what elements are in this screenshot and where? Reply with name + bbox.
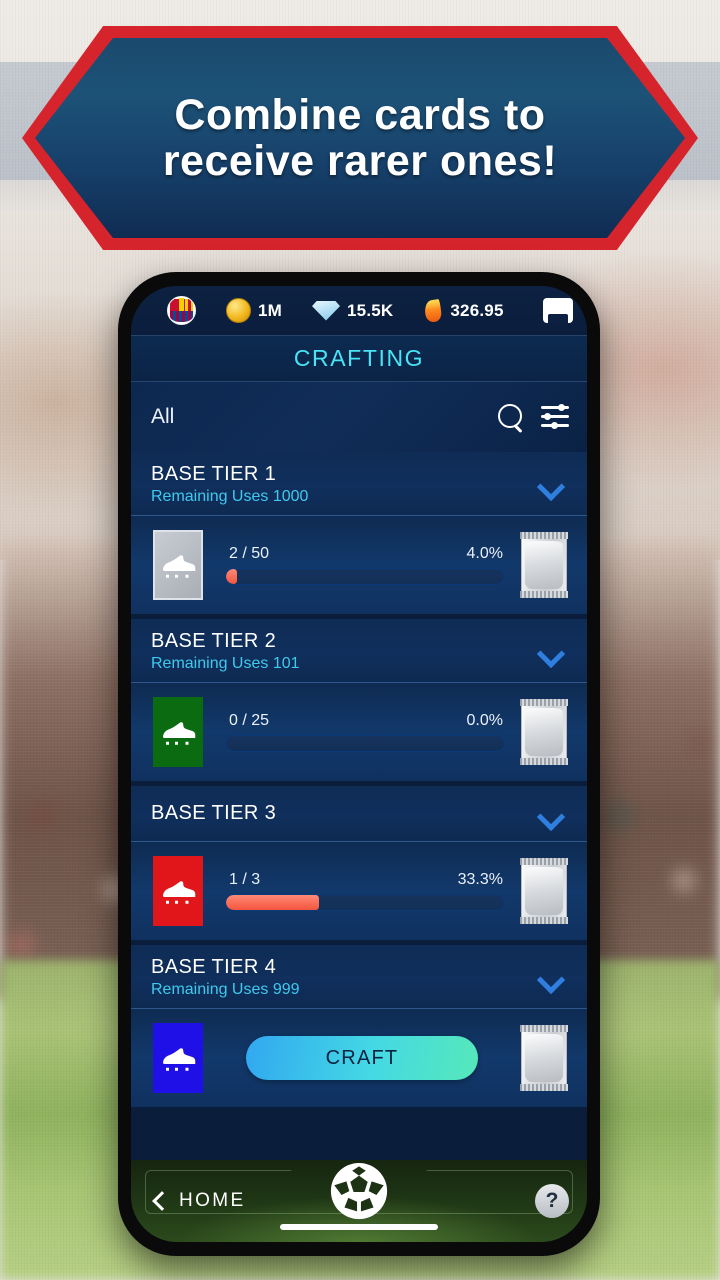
- page-title: CRAFTING: [293, 345, 425, 371]
- promo-banner-inner: Combine cards to receive rarer ones!: [35, 38, 685, 238]
- card-pack-icon[interactable]: [520, 532, 568, 598]
- chevron-left-icon: [152, 1191, 172, 1211]
- tier-progress: 2 / 50 4.0%: [203, 545, 521, 585]
- craft-button[interactable]: CRAFT: [246, 1036, 478, 1080]
- home-button[interactable]: HOME: [149, 1190, 246, 1212]
- coin-icon: [226, 298, 251, 323]
- tier-remaining-uses: Remaining Uses 1000: [151, 488, 309, 505]
- tier-header[interactable]: BASE TIER 1 Remaining Uses 1000: [131, 452, 587, 516]
- coin-value: 1M: [258, 300, 283, 320]
- gem-icon: [312, 300, 341, 321]
- phone-mockup: 1M 15.5K 326.95 CRAFTING All BASE TIER 1…: [118, 272, 600, 1256]
- home-label: HOME: [179, 1190, 246, 1211]
- card-pack-icon[interactable]: [520, 1025, 568, 1091]
- boot-card-icon[interactable]: [153, 856, 203, 926]
- fc-barcelona-crest-icon[interactable]: [167, 296, 196, 325]
- flame-icon: [423, 298, 443, 323]
- energy-value: 326.95: [450, 300, 504, 320]
- tier-progress-percent: 33.3%: [457, 871, 503, 888]
- currency-energy[interactable]: 326.95: [423, 298, 503, 323]
- card-pack-icon[interactable]: [520, 858, 568, 924]
- tier-progress-percent: 0.0%: [466, 712, 503, 729]
- tier-row: BASE TIER 4 Remaining Uses 999 CRAFT: [131, 945, 587, 1107]
- tier-name: BASE TIER 1: [151, 463, 277, 485]
- tier-progress-labels: 2 / 50 4.0%: [225, 545, 505, 568]
- chevron-down-icon[interactable]: [539, 477, 565, 491]
- tier-progress: 1 / 3 33.3%: [203, 871, 521, 911]
- currency-gems[interactable]: 15.5K: [312, 300, 394, 321]
- tier-progress-count: 2 / 50: [229, 545, 270, 562]
- currency-coins[interactable]: 1M: [226, 298, 282, 323]
- promo-headline-line-1: Combine cards to: [174, 90, 546, 139]
- tier-body: 1 / 3 33.3%: [131, 842, 587, 940]
- tier-remaining-uses: Remaining Uses 999: [151, 981, 300, 998]
- sliders-icon[interactable]: [541, 404, 569, 430]
- filter-label[interactable]: All: [151, 405, 174, 429]
- tier-progress-count: 1 / 3: [229, 871, 261, 888]
- tier-name: BASE TIER 3: [151, 802, 277, 824]
- filter-actions: [497, 403, 569, 431]
- tier-body: 0 / 25 0.0%: [131, 683, 587, 781]
- tier-name: BASE TIER 2: [151, 630, 277, 652]
- tier-progress: 0 / 25 0.0%: [203, 712, 521, 752]
- tier-header[interactable]: BASE TIER 2 Remaining Uses 101: [131, 619, 587, 683]
- soccer-ball-icon[interactable]: [328, 1162, 390, 1224]
- tier-header[interactable]: BASE TIER 3: [131, 786, 587, 842]
- search-icon[interactable]: [497, 403, 525, 431]
- top-currency-bar: 1M 15.5K 326.95: [131, 286, 587, 336]
- tier-progress-bar: [225, 894, 505, 911]
- filter-bar: All: [131, 382, 587, 452]
- tier-progress-count: 0 / 25: [229, 712, 270, 729]
- tier-row: BASE TIER 2 Remaining Uses 101 0 / 25 0.…: [131, 619, 587, 781]
- tier-progress-labels: 1 / 3 33.3%: [225, 871, 505, 894]
- chevron-down-icon[interactable]: [539, 807, 565, 821]
- tier-row: BASE TIER 3 1 / 3 33.3%: [131, 786, 587, 940]
- chevron-down-icon[interactable]: [539, 970, 565, 984]
- tier-progress-percent: 4.0%: [466, 545, 503, 562]
- card-pack-icon[interactable]: [520, 699, 568, 765]
- screen-title-bar: CRAFTING: [131, 336, 587, 382]
- tier-body: 2 / 50 4.0%: [131, 516, 587, 614]
- gem-value: 15.5K: [347, 300, 394, 320]
- boot-card-icon[interactable]: [153, 1023, 203, 1093]
- inbox-icon[interactable]: [543, 298, 573, 323]
- chevron-down-icon[interactable]: [539, 644, 565, 658]
- crafting-tier-list[interactable]: BASE TIER 1 Remaining Uses 1000 2 / 50 4…: [131, 452, 587, 1160]
- tier-header[interactable]: BASE TIER 4 Remaining Uses 999: [131, 945, 587, 1009]
- promo-headline-line-2: receive rarer ones!: [162, 137, 558, 185]
- promo-banner: Combine cards to receive rarer ones!: [22, 26, 698, 250]
- tier-progress-bar: [225, 735, 505, 752]
- help-button[interactable]: ?: [535, 1184, 569, 1218]
- tier-body: CRAFT: [131, 1009, 587, 1107]
- boot-card-icon[interactable]: [153, 530, 203, 600]
- boot-card-icon[interactable]: [153, 697, 203, 767]
- craft-action-area: CRAFT: [203, 1036, 521, 1080]
- tier-remaining-uses: Remaining Uses 101: [151, 655, 300, 672]
- tier-progress-fill: [226, 569, 238, 584]
- tier-progress-labels: 0 / 25 0.0%: [225, 712, 505, 735]
- tier-progress-fill: [226, 895, 319, 910]
- phone-screen: 1M 15.5K 326.95 CRAFTING All BASE TIER 1…: [131, 286, 587, 1242]
- bottom-nav: HOME ?: [131, 1160, 587, 1242]
- tier-row: BASE TIER 1 Remaining Uses 1000 2 / 50 4…: [131, 452, 587, 614]
- tier-name: BASE TIER 4: [151, 956, 277, 978]
- home-indicator: [280, 1224, 438, 1230]
- tier-progress-bar: [225, 568, 505, 585]
